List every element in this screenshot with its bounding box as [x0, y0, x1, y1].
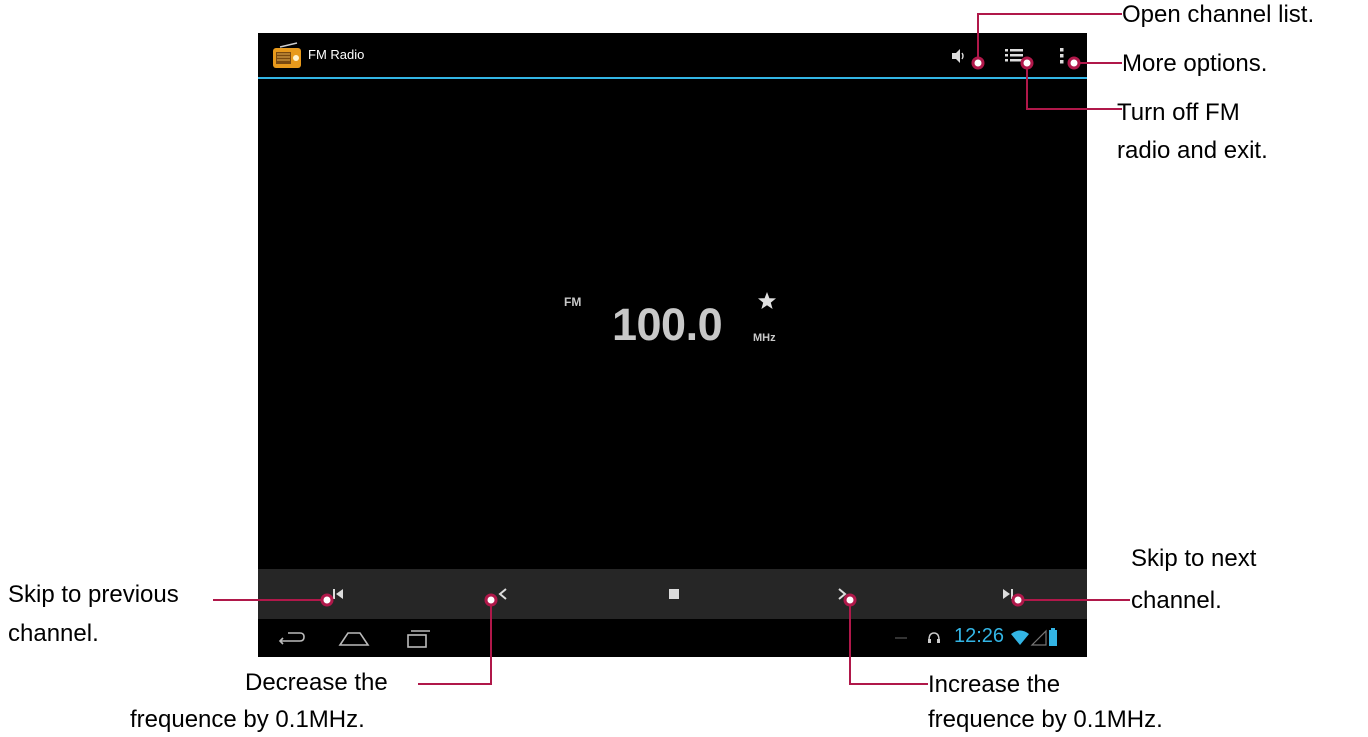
device-screen: FM Radio FM 100.0 MHz 12:26	[258, 33, 1087, 657]
channel-list-icon[interactable]	[1002, 43, 1028, 69]
callout-open-channel-list: Open channel list.	[1122, 1, 1315, 28]
signal-icon	[1030, 629, 1047, 646]
status-clock: 12:26	[954, 625, 1005, 647]
headset-icon	[928, 632, 940, 643]
increase-frequency-icon[interactable]	[833, 584, 853, 604]
wifi-icon	[1011, 630, 1029, 645]
home-icon[interactable]	[338, 627, 370, 649]
action-bar: FM Radio	[258, 33, 1087, 79]
battery-icon	[1049, 628, 1057, 646]
callout-decrease-line2: frequence by 0.1MHz.	[130, 706, 365, 733]
back-icon[interactable]	[274, 627, 306, 649]
app-title: FM Radio	[308, 47, 365, 62]
decrease-frequency-icon[interactable]	[492, 584, 512, 604]
callout-skip-prev-line2: channel.	[8, 620, 99, 647]
callout-turn-off-line2: radio and exit.	[1117, 137, 1268, 164]
callout-skip-next-line1: Skip to next	[1131, 545, 1257, 572]
speaker-icon[interactable]	[946, 43, 972, 69]
system-nav-bar: 12:26	[258, 619, 1087, 657]
callout-increase-line1: Increase the	[928, 671, 1061, 698]
callout-increase-line2: frequence by 0.1MHz.	[928, 706, 1163, 733]
callout-more-options: More options.	[1122, 50, 1268, 77]
callout-decrease-line1: Decrease the	[245, 669, 388, 696]
skip-previous-icon[interactable]	[328, 584, 348, 604]
playback-controls	[258, 569, 1087, 619]
recent-apps-icon[interactable]	[402, 627, 434, 649]
radio-app-icon	[273, 42, 301, 68]
tuner-display: FM 100.0 MHz	[258, 79, 1087, 569]
skip-next-icon[interactable]	[998, 584, 1018, 604]
frequency-unit: MHz	[753, 332, 776, 344]
frequency-value: 100.0	[612, 299, 723, 350]
callout-skip-prev-line1: Skip to previous	[8, 581, 179, 608]
overflow-menu-icon[interactable]	[1056, 43, 1082, 69]
stop-icon[interactable]	[664, 584, 684, 604]
star-icon[interactable]	[757, 291, 777, 311]
callout-turn-off-line1: Turn off FM	[1117, 99, 1240, 126]
callout-skip-next-line2: channel.	[1131, 587, 1222, 614]
minimize-indicator-icon	[895, 637, 907, 639]
band-label: FM	[564, 295, 582, 309]
